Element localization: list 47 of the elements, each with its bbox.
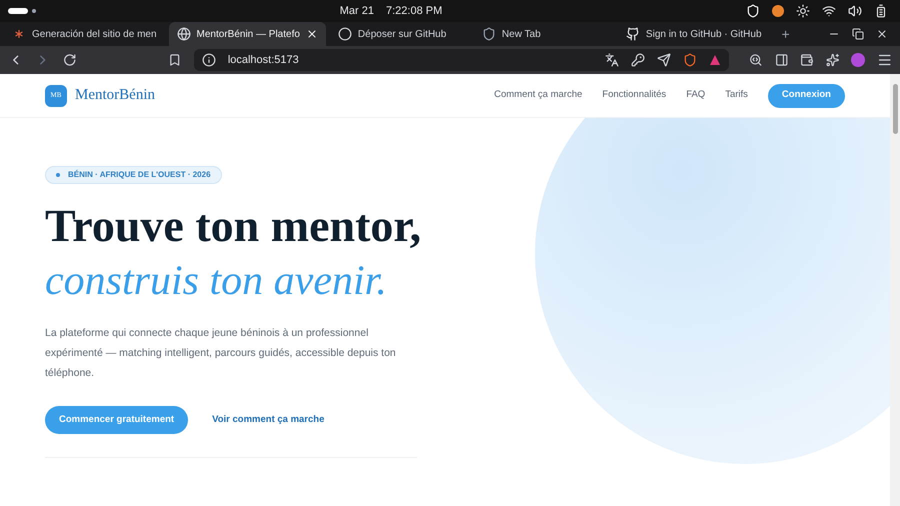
clock-date: Mar 21: [340, 4, 374, 19]
how-it-works-link[interactable]: Voir comment ça marche: [212, 412, 324, 428]
nav-link[interactable]: Comment ça marche: [494, 88, 582, 103]
globe-icon: [176, 27, 191, 41]
reload-icon[interactable]: [62, 53, 76, 67]
close-tab-icon[interactable]: [306, 28, 318, 40]
sidebar-icon[interactable]: [774, 53, 788, 67]
circle-icon: [338, 27, 352, 41]
scrollbar[interactable]: [890, 74, 900, 506]
browser-tab[interactable]: Déposer sur GitHub: [330, 22, 470, 46]
hero-description: La plateforme qui connecte chaque jeune béninois à un professionnel expérimenté — matching intelligent, parcours guidés, accessible depuis ton téléphone.: [45, 326, 397, 381]
hero-title: Trouve ton mentor,: [45, 199, 422, 253]
browser-tab[interactable]: MentorBénin — Platefo: [168, 22, 326, 46]
sparkle-icon[interactable]: [826, 53, 840, 67]
browser-tab[interactable]: Sign in to GitHub · GitHub: [618, 22, 770, 46]
alert-icon[interactable]: [772, 5, 784, 17]
bookmark-icon[interactable]: [168, 53, 182, 67]
github-icon: [626, 27, 640, 41]
browser-tab[interactable]: Generación del sitio de men: [4, 22, 165, 46]
restore-icon[interactable]: [852, 28, 864, 40]
wallet-icon[interactable]: [800, 53, 814, 67]
badge-text: BÉNIN · AFRIQUE DE L'OUEST · 2026: [68, 169, 211, 181]
clock-time: 7:22:08 PM: [386, 4, 442, 19]
new-tab-button[interactable]: +: [774, 24, 798, 44]
wifi-icon[interactable]: [822, 4, 836, 18]
url-text: localhost:5173: [228, 52, 300, 68]
key-icon[interactable]: [631, 53, 646, 67]
address-bar[interactable]: localhost:5173: [194, 49, 730, 71]
volume-icon[interactable]: [848, 4, 862, 18]
sun-icon[interactable]: [796, 4, 810, 18]
workspace-indicator[interactable]: [8, 8, 28, 14]
battery-icon[interactable]: [874, 4, 888, 18]
browser-tab[interactable]: New Tab: [474, 22, 614, 46]
translate-icon[interactable]: [605, 53, 620, 67]
nav-link[interactable]: Tarifs: [725, 88, 748, 103]
shield-icon[interactable]: [746, 4, 760, 18]
logo-text[interactable]: MentorBénin: [75, 84, 155, 107]
info-icon: [202, 53, 216, 67]
triangle-icon[interactable]: [709, 54, 722, 66]
hero-subtitle: construis ton avenir.: [45, 257, 388, 306]
nav-link[interactable]: Fonctionnalités: [602, 88, 666, 103]
nav-link[interactable]: FAQ: [686, 88, 706, 103]
close-icon[interactable]: [876, 28, 888, 40]
menu-icon[interactable]: [876, 52, 892, 68]
shield-icon: [482, 27, 496, 41]
profile-avatar[interactable]: [851, 53, 865, 67]
send-icon[interactable]: [657, 53, 672, 67]
